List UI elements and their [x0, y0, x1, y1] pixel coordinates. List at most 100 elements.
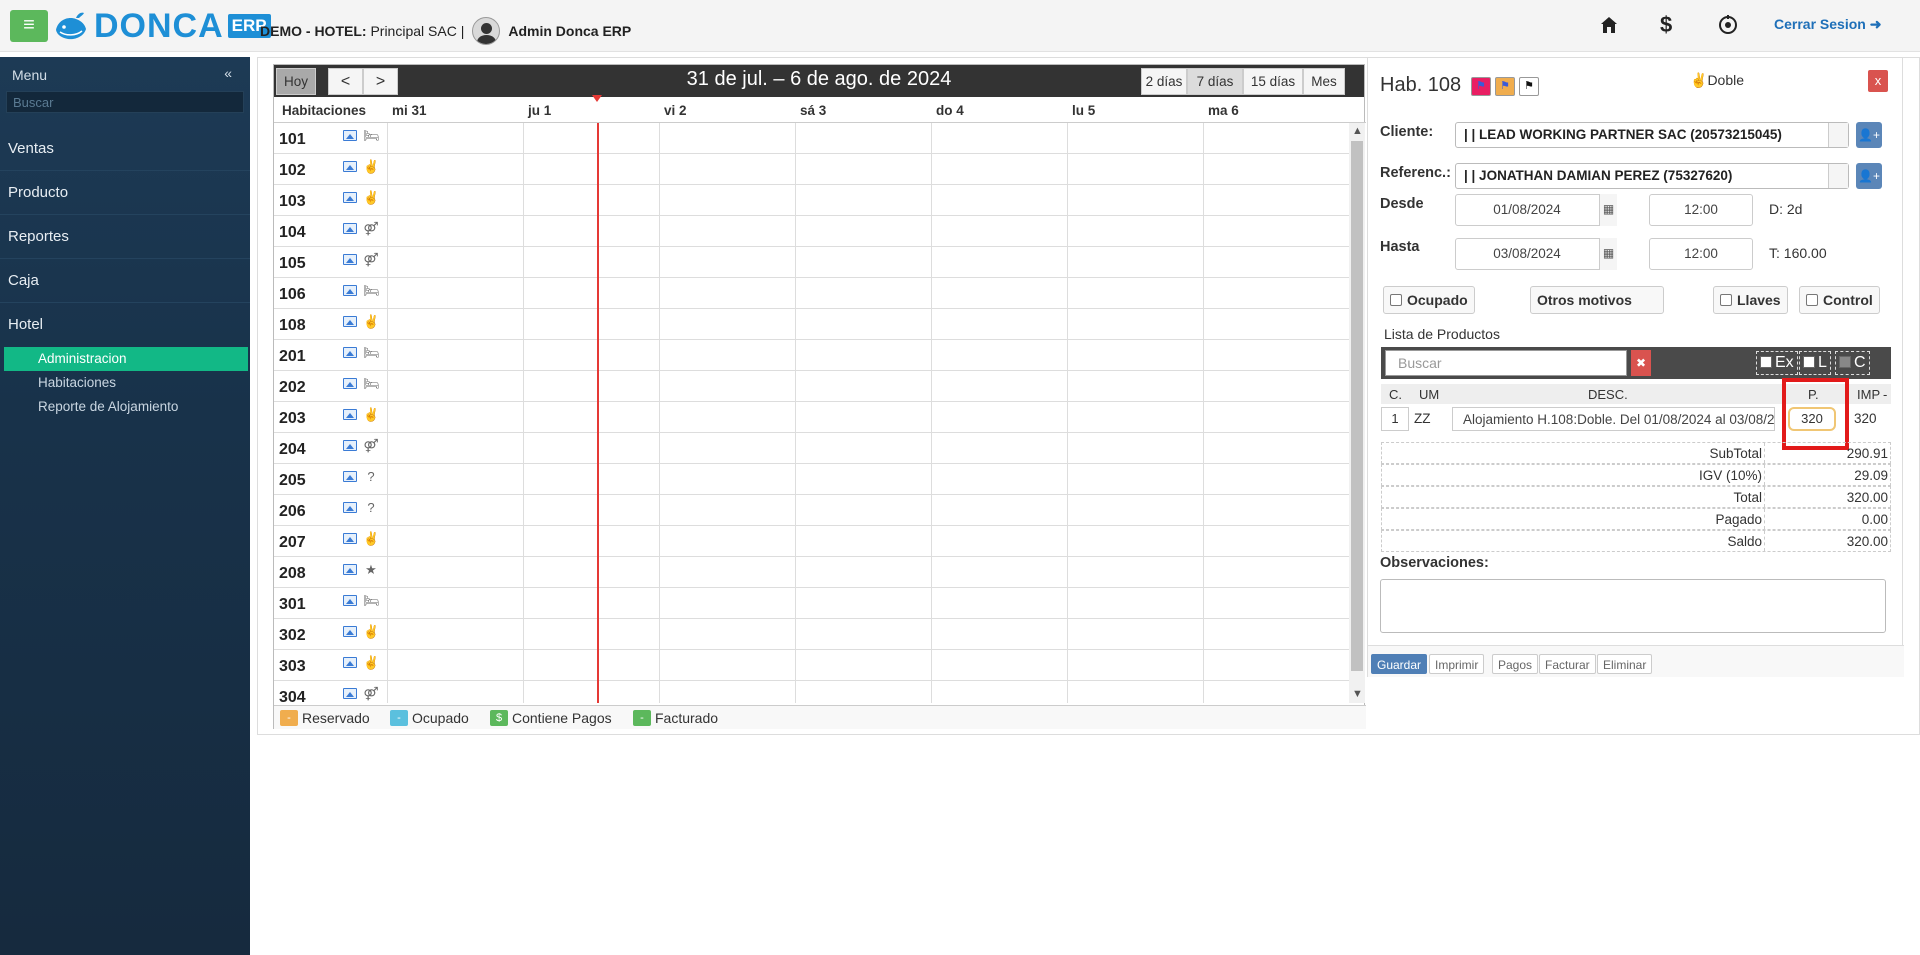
scroll-up-icon[interactable]: ▲ — [1352, 125, 1363, 137]
llaves-checkbox[interactable]: Llaves — [1713, 286, 1788, 314]
image-icon[interactable] — [343, 502, 357, 513]
brand-name: DONCA — [94, 6, 224, 45]
hasta-time-input[interactable]: 12:00 — [1649, 238, 1753, 270]
room-row[interactable]: 204 ⚤ — [274, 433, 1349, 464]
room-row[interactable]: 301 🛏 — [274, 588, 1349, 619]
flag-icon[interactable]: ⚑ — [1471, 77, 1491, 96]
room-row[interactable]: 302 ✌ — [274, 619, 1349, 650]
image-icon[interactable] — [343, 440, 357, 451]
room-row[interactable]: 203 ✌ — [274, 402, 1349, 433]
today-button[interactable]: Hoy — [276, 68, 316, 95]
product-search-input[interactable]: Buscar — [1385, 350, 1627, 376]
image-icon[interactable] — [343, 347, 357, 358]
room-row[interactable]: 206? — [274, 495, 1349, 526]
clear-search-button[interactable]: ✖ — [1631, 350, 1651, 376]
product-desc-input[interactable]: Alojamiento H.108:Doble. Del 01/08/2024 … — [1452, 407, 1775, 431]
image-icon[interactable] — [343, 657, 357, 668]
dollar-icon[interactable]: $ — [1660, 12, 1672, 38]
sidebar-subitem-habitaciones[interactable]: Habitaciones — [4, 371, 248, 395]
filter-l-checkbox[interactable]: L — [1799, 351, 1831, 375]
image-icon[interactable] — [343, 161, 357, 172]
sidebar-item-caja[interactable]: Caja — [0, 259, 250, 303]
view-15-days-button[interactable]: 15 días — [1243, 68, 1303, 95]
room-row[interactable]: 304 ⚤ — [274, 681, 1349, 703]
room-row[interactable]: 104 ⚤ — [274, 216, 1349, 247]
image-icon[interactable] — [343, 595, 357, 606]
desde-time-input[interactable]: 12:00 — [1649, 194, 1753, 226]
collapse-icon[interactable]: « — [224, 65, 232, 81]
room-row[interactable]: 208 ★ — [274, 557, 1349, 588]
menu-toggle-button[interactable]: ≡ — [10, 10, 48, 42]
room-row[interactable]: 201 🛏 — [274, 340, 1349, 371]
image-icon[interactable] — [343, 564, 357, 575]
view-month-button[interactable]: Mes — [1303, 68, 1345, 95]
product-qty-input[interactable]: 1 — [1381, 407, 1409, 431]
add-client-button[interactable]: 👤+ — [1856, 122, 1882, 148]
image-icon[interactable] — [343, 533, 357, 544]
desde-date-input[interactable]: 01/08/2024 — [1455, 194, 1617, 226]
referenc-select[interactable]: | | JONATHAN DAMIAN PEREZ (75327620) — [1455, 163, 1849, 189]
home-icon[interactable] — [1600, 16, 1618, 34]
hand-icon: ✌ — [363, 655, 380, 670]
view-2-days-button[interactable]: 2 días — [1141, 68, 1187, 95]
room-row[interactable]: 202 🛏 — [274, 371, 1349, 402]
add-reference-button[interactable]: 👤+ — [1856, 163, 1882, 189]
image-icon[interactable] — [343, 626, 357, 637]
calendar-icon[interactable]: ▦ — [1599, 238, 1617, 270]
scroll-down-icon[interactable]: ▼ — [1352, 688, 1363, 700]
guardar-button[interactable]: Guardar — [1371, 654, 1428, 674]
ocupado-checkbox[interactable]: Ocupado — [1383, 286, 1475, 314]
pagos-button[interactable]: Pagos — [1492, 654, 1539, 674]
room-row[interactable]: 106 🛏 — [274, 278, 1349, 309]
room-row[interactable]: 105 ⚤ — [274, 247, 1349, 278]
calendar-icon[interactable]: ▦ — [1599, 194, 1617, 226]
room-row[interactable]: 102 ✌ — [274, 154, 1349, 185]
image-icon[interactable] — [343, 688, 357, 699]
room-row[interactable]: 103 ✌ — [274, 185, 1349, 216]
observaciones-textarea[interactable] — [1380, 579, 1886, 633]
sidebar-item-producto[interactable]: Producto — [0, 171, 250, 215]
sidebar-item-ventas[interactable]: Ventas — [0, 127, 250, 171]
sidebar-item-reportes[interactable]: Reportes — [0, 215, 250, 259]
control-checkbox[interactable]: Control — [1799, 286, 1880, 314]
otros-motivos-button[interactable]: Otros motivos — [1530, 286, 1664, 314]
room-row[interactable]: 205? — [274, 464, 1349, 495]
image-icon[interactable] — [343, 285, 357, 296]
image-icon[interactable] — [343, 130, 357, 141]
view-7-days-button[interactable]: 7 días — [1187, 68, 1243, 95]
flag-icon[interactable]: ⚑ — [1519, 77, 1539, 96]
imprimir-button[interactable]: Imprimir — [1429, 654, 1485, 674]
image-icon[interactable] — [343, 471, 357, 482]
cliente-select[interactable]: | | LEAD WORKING PARTNER SAC (2057321504… — [1455, 122, 1849, 148]
room-calendar: 31 de jul. – 6 de ago. de 2024 Hoy < > 2… — [273, 64, 1366, 729]
checkbox-box — [1390, 294, 1402, 306]
hasta-date-input[interactable]: 03/08/2024 — [1455, 238, 1617, 270]
room-row[interactable]: 101 🛏 — [274, 123, 1349, 154]
prev-button[interactable]: < — [328, 68, 363, 95]
filter-c-checkbox[interactable]: C — [1835, 351, 1870, 375]
image-icon[interactable] — [343, 409, 357, 420]
flag-icon[interactable]: ⚑ — [1495, 77, 1515, 96]
scrollbar-thumb[interactable] — [1351, 141, 1363, 671]
sidebar-subitem-administracion[interactable]: Administracion — [4, 347, 248, 371]
room-row[interactable]: 303 ✌ — [274, 650, 1349, 681]
cash-register-icon[interactable] — [1718, 15, 1738, 35]
calendar-scrollbar[interactable]: ▲ ▼ — [1349, 123, 1365, 703]
image-icon[interactable] — [343, 192, 357, 203]
close-button[interactable]: x — [1868, 70, 1888, 92]
image-icon[interactable] — [343, 223, 357, 234]
room-row[interactable]: 108 ✌ — [274, 309, 1349, 340]
room-number: 101 — [279, 131, 306, 148]
image-icon[interactable] — [343, 254, 357, 265]
logout-link[interactable]: Cerrar Sesion ➜ — [1774, 16, 1881, 33]
sidebar-subitem-reporte-alojamiento[interactable]: Reporte de Alojamiento — [4, 395, 248, 419]
image-icon[interactable] — [343, 316, 357, 327]
sidebar-item-hotel[interactable]: Hotel — [0, 303, 250, 347]
image-icon[interactable] — [343, 378, 357, 389]
eliminar-button[interactable]: Eliminar — [1597, 654, 1653, 674]
room-row[interactable]: 207 ✌ — [274, 526, 1349, 557]
sidebar-search-input[interactable]: Buscar — [6, 91, 244, 113]
next-button[interactable]: > — [363, 68, 398, 95]
filter-ex-checkbox[interactable]: Ex — [1756, 351, 1798, 375]
facturar-button[interactable]: Facturar — [1539, 654, 1596, 674]
